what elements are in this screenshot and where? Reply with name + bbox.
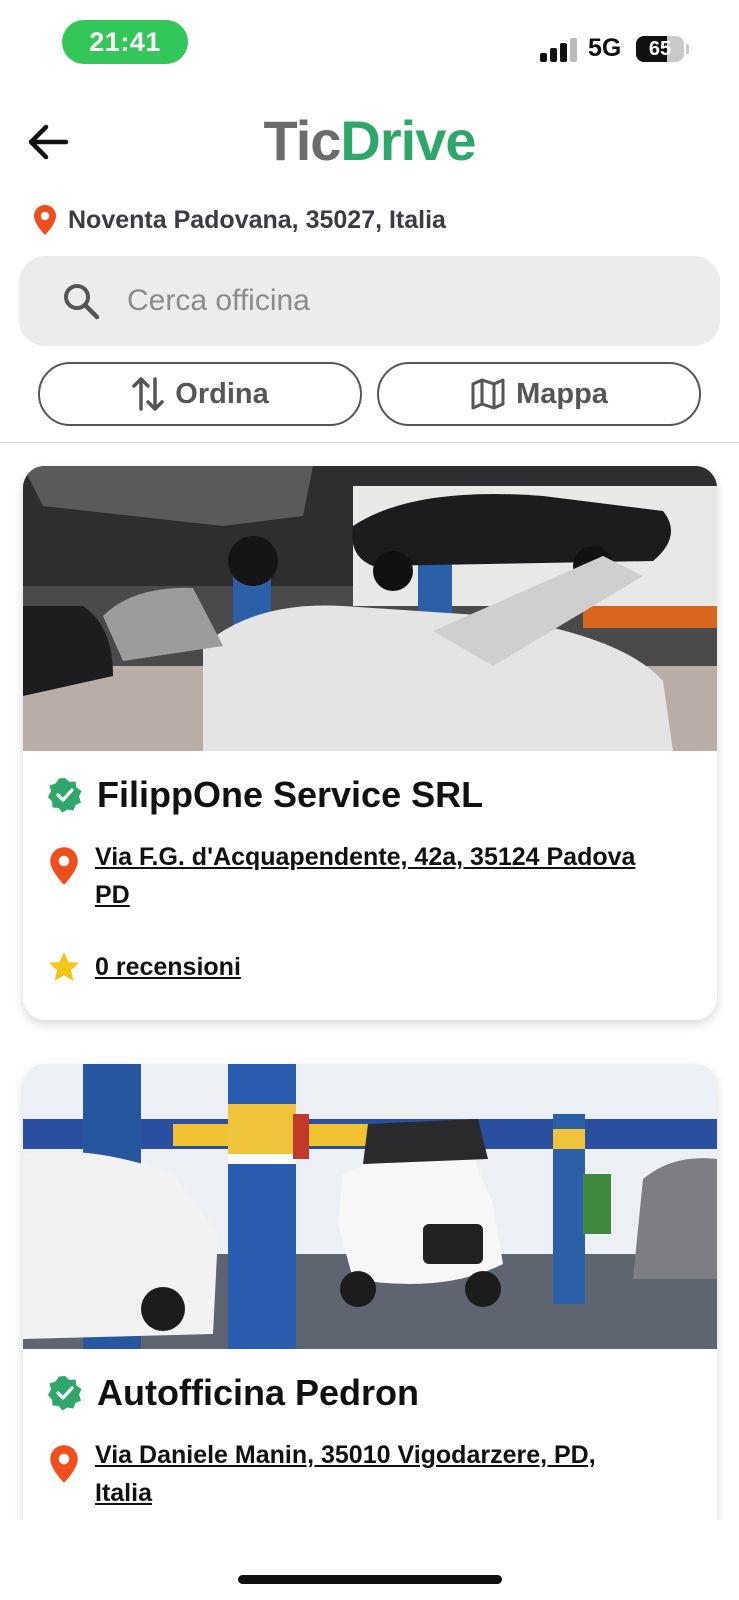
workshop-title-row: Autofficina Pedron (47, 1372, 419, 1414)
battery-tip (686, 44, 689, 54)
sort-button[interactable]: Ordina (38, 362, 362, 426)
current-location[interactable]: Noventa Padovana, 35027, Italia (32, 204, 446, 236)
map-label: Mappa (516, 377, 608, 410)
workshop-name: Autofficina Pedron (97, 1372, 419, 1413)
map-pin-icon (34, 205, 56, 235)
map-button[interactable]: Mappa (377, 362, 701, 426)
status-bar: 21:41 5G 65 (0, 0, 739, 80)
search-placeholder: Cerca officina (127, 284, 310, 317)
star-icon (49, 952, 79, 981)
home-indicator[interactable] (238, 1575, 502, 1584)
workshop-address-row[interactable]: Via F.G. d'Acquapendente, 42a, 35124 Pad… (47, 838, 655, 914)
network-type: 5G (588, 34, 622, 62)
map-pin-icon (50, 847, 78, 885)
map-pin-icon (50, 1445, 78, 1483)
workshop-reviews-row[interactable]: 0 recensioni (47, 950, 241, 984)
bottom-safe-area (0, 1520, 739, 1600)
sort-label: Ordina (175, 377, 269, 410)
verified-badge-icon (48, 1376, 82, 1411)
workshop-card[interactable]: Autofficina Pedron Via Daniele Manin, 35… (23, 1064, 717, 1564)
verified-badge-icon (48, 778, 82, 813)
battery-level: 65 (648, 37, 672, 60)
workshop-address-row[interactable]: Via Daniele Manin, 35010 Vigodarzere, PD… (47, 1436, 655, 1512)
logo-drive: Drive (340, 109, 476, 172)
divider (0, 442, 739, 443)
sort-arrows-icon (132, 377, 165, 411)
workshop-photo (23, 1064, 717, 1349)
workshop-photo (23, 466, 717, 751)
workshop-title-row: FilippOne Service SRL (47, 774, 483, 816)
workshop-address-link[interactable]: Via F.G. d'Acquapendente, 42a, 35124 Pad… (95, 838, 655, 914)
cellular-signal-icon (540, 36, 578, 62)
workshop-name: FilippOne Service SRL (97, 774, 484, 815)
workshop-card[interactable]: FilippOne Service SRL Via F.G. d'Acquape… (23, 466, 717, 1020)
location-text: Noventa Padovana, 35027, Italia (68, 205, 446, 234)
map-icon (471, 378, 505, 410)
battery-icon: 65 (636, 36, 684, 62)
search-input[interactable]: Cerca officina (19, 256, 720, 346)
logo-tic: Tic (263, 109, 342, 172)
workshop-address-link[interactable]: Via Daniele Manin, 35010 Vigodarzere, PD… (95, 1436, 655, 1512)
app-logo: TicDrive (0, 108, 739, 173)
reviews-link[interactable]: 0 recensioni (95, 953, 241, 982)
search-icon (64, 284, 100, 320)
time-pill: 21:41 (62, 20, 188, 64)
